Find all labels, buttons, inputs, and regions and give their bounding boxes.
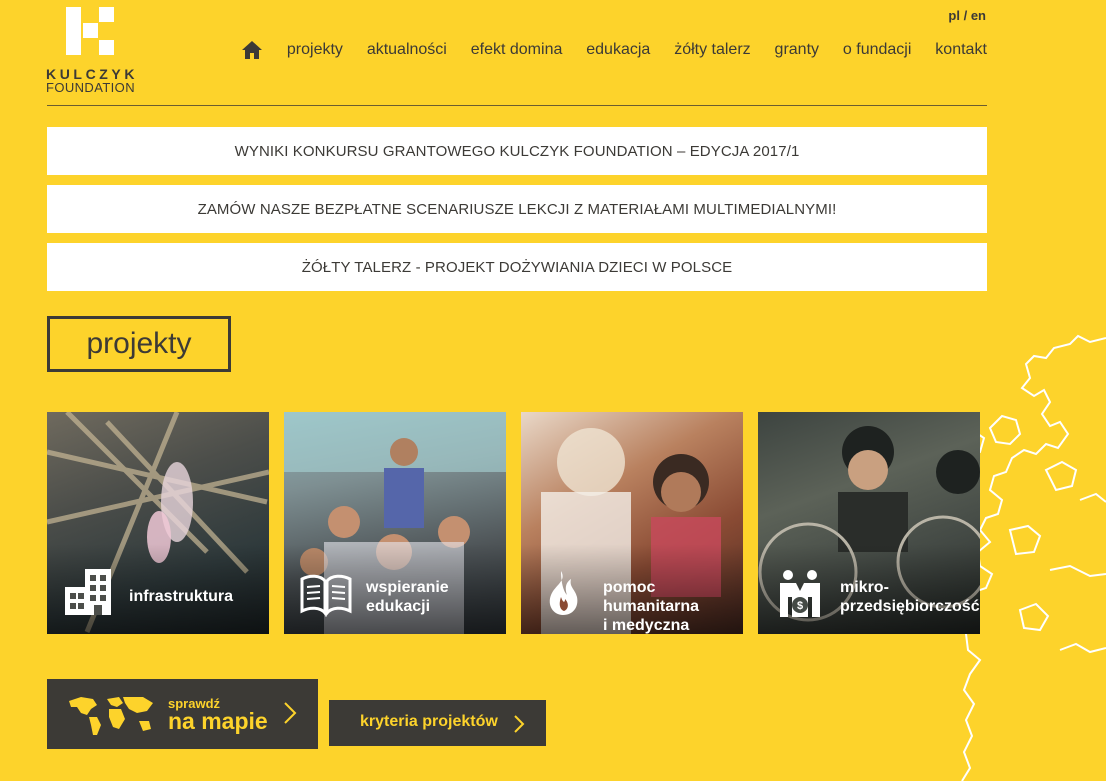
logo-mark-icon <box>66 7 114 55</box>
card-label-line-1: wspieranie <box>366 579 449 596</box>
chevron-right-icon <box>514 715 525 733</box>
nav-item-zolty-talerz[interactable]: żółty talerz <box>674 41 750 59</box>
card-mikroprzedsiebiorczosc[interactable]: $ mikro- przedsiębiorczość <box>758 412 980 634</box>
criteria-button[interactable]: kryteria projektów <box>329 700 546 746</box>
nav-item-o-fundacji[interactable]: o fundacji <box>843 41 912 59</box>
buildings-icon <box>65 569 111 615</box>
people-coin-icon: $ <box>780 570 820 617</box>
card-label: pomoc humanitarna i medyczna <box>603 578 738 634</box>
card-label-line-2: przedsiębiorczość <box>840 598 980 615</box>
card-pomoc-humanitarna[interactable]: pomoc humanitarna i medyczna <box>521 412 743 634</box>
language-switch: pl / en <box>948 8 986 23</box>
home-icon[interactable] <box>241 39 263 61</box>
card-label-line-1: mikro- <box>840 579 889 596</box>
nav-item-efekt-domina[interactable]: efekt domina <box>471 41 563 59</box>
card-infrastruktura[interactable]: infrastruktura <box>47 412 269 634</box>
main-nav: projekty aktualności efekt domina edukac… <box>241 38 987 62</box>
nav-item-kontakt[interactable]: kontakt <box>935 41 987 59</box>
banner-zolty-talerz[interactable]: ŻÓŁTY TALERZ - PROJEKT DOŻYWIANIA DZIECI… <box>47 243 987 291</box>
banner-grant-results[interactable]: WYNIKI KONKURSU GRANTOWEGO KULCZYK FOUND… <box>47 127 987 175</box>
criteria-button-label: kryteria projektów <box>360 713 498 730</box>
card-label: mikro- przedsiębiorczość <box>840 578 980 616</box>
chevron-right-icon <box>284 702 297 724</box>
banner-lesson-scenarios[interactable]: ZAMÓW NASZE BEZPŁATNE SCENARIUSZE LEKCJI… <box>47 185 987 233</box>
card-wspieranie-edukacji[interactable]: wspieranie edukacji <box>284 412 506 634</box>
nav-item-edukacja[interactable]: edukacja <box>586 41 650 59</box>
svg-text:$: $ <box>797 600 803 612</box>
logo-sub: FOUNDATION <box>46 80 135 95</box>
nav-item-granty[interactable]: granty <box>775 41 819 59</box>
lang-en-link[interactable]: en <box>971 8 986 23</box>
map-button-big-text: na mapie <box>168 708 268 734</box>
card-label-line-2: edukacji <box>366 598 431 615</box>
card-label: infrastruktura <box>129 587 264 606</box>
flame-icon <box>549 571 578 615</box>
world-map-icon <box>69 697 153 735</box>
kulczyk-foundation-logo[interactable]: KULCZYK FOUNDATION <box>46 7 138 95</box>
card-label-line-2: i medyczna <box>603 617 690 634</box>
card-label-line-1: infrastruktura <box>129 588 234 605</box>
card-label: wspieranie edukacji <box>366 578 501 616</box>
nav-divider <box>47 105 987 106</box>
map-button[interactable]: sprawdź na mapie <box>47 679 318 749</box>
section-title: projekty <box>47 316 231 372</box>
open-book-icon <box>300 574 352 618</box>
lang-pl-link[interactable]: pl <box>948 8 960 23</box>
nav-item-aktualnosci[interactable]: aktualności <box>367 41 447 59</box>
card-label-line-1: pomoc humanitarna <box>603 579 700 615</box>
lang-separator: / <box>959 8 971 23</box>
nav-item-projekty[interactable]: projekty <box>287 41 343 59</box>
